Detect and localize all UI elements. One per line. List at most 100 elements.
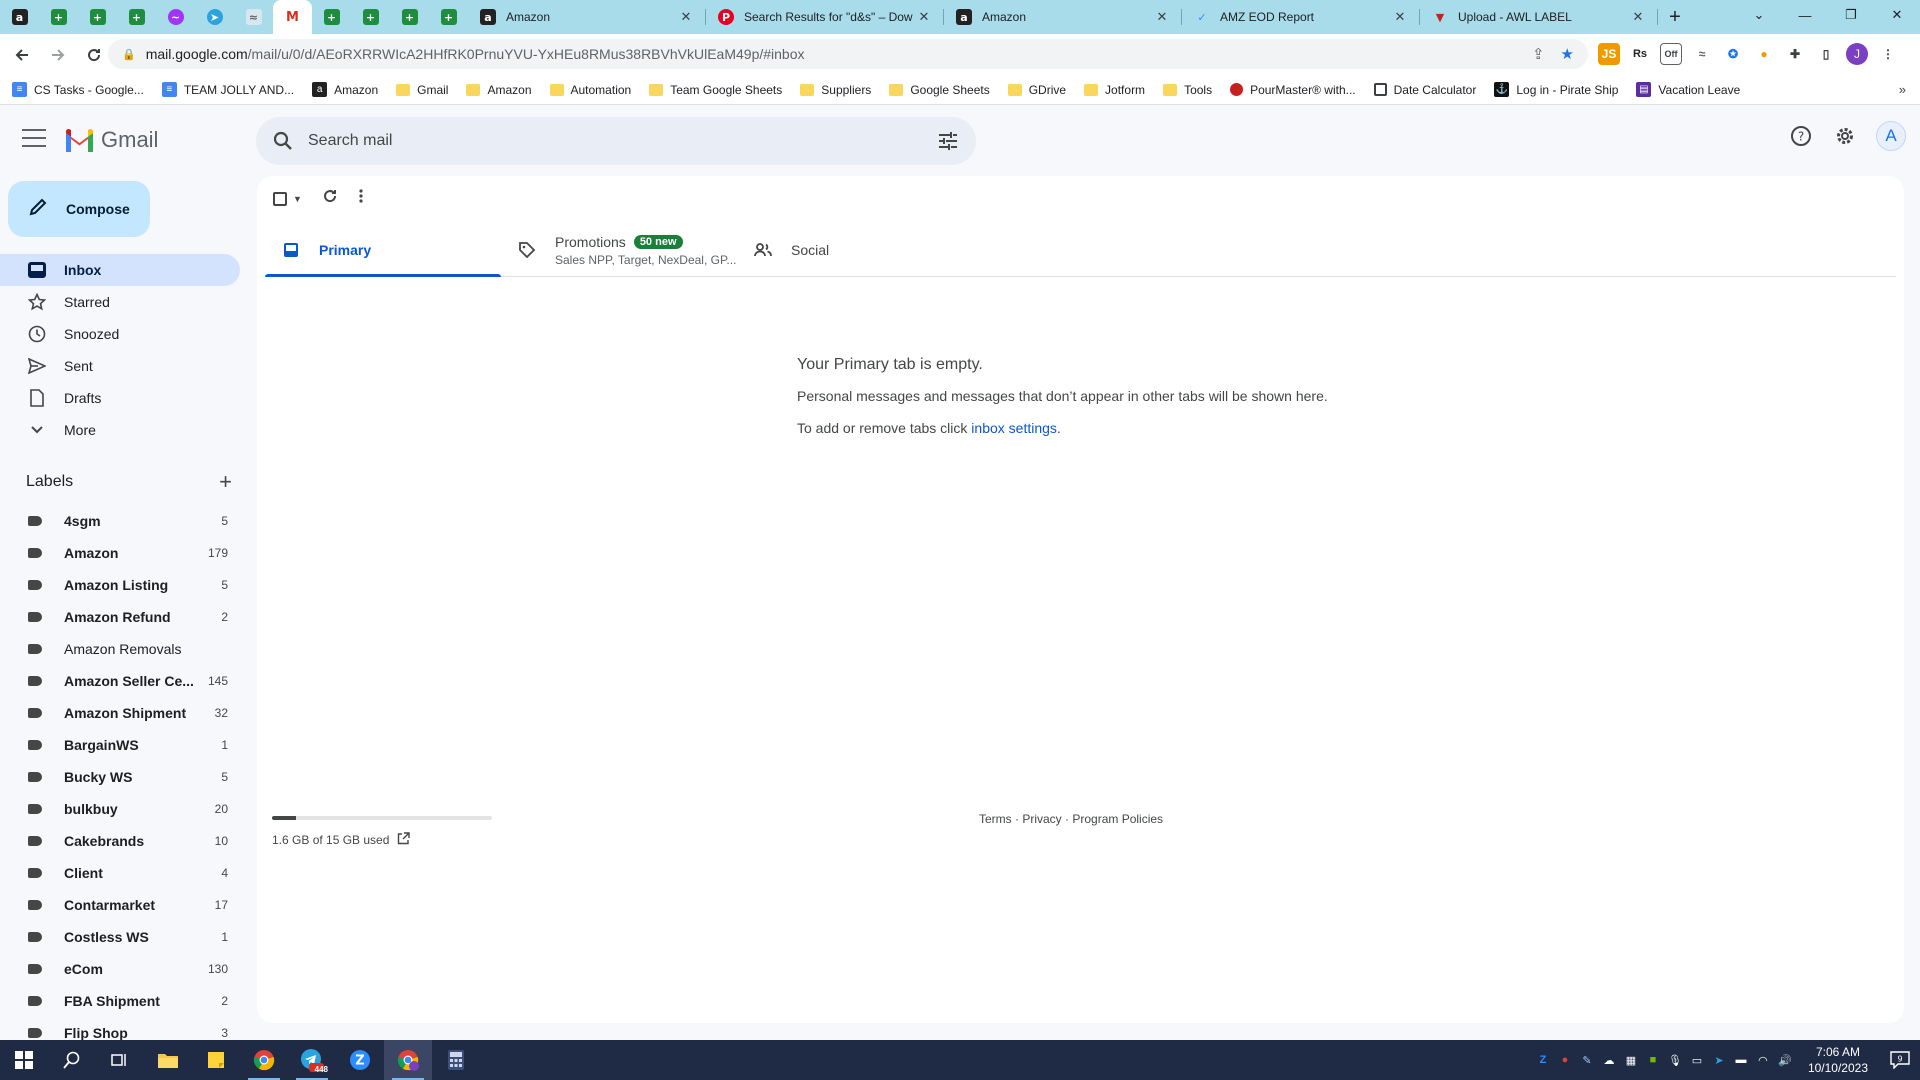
tray-zoom-icon[interactable]: Z [1532, 1040, 1554, 1080]
pinned-tab[interactable]: + [312, 0, 351, 34]
pinned-tab[interactable]: + [39, 0, 78, 34]
create-label-button[interactable]: + [219, 471, 232, 493]
pinned-tab[interactable]: M [273, 0, 312, 34]
extension-orange-icon[interactable]: ● [1753, 43, 1775, 65]
label-item[interactable]: BargainWS 1 [0, 729, 240, 761]
open-external-icon[interactable] [397, 832, 411, 848]
pinned-tab[interactable]: ~ [156, 0, 195, 34]
tab-promotions[interactable]: Promotions 50 new Sales NPP, Target, Nex… [501, 224, 737, 276]
label-item[interactable]: Costless WS 1 [0, 921, 240, 953]
tab-social[interactable]: Social [737, 224, 973, 276]
browser-tab[interactable]: a Amazon ✕ [944, 0, 1182, 34]
search-bar[interactable]: Search mail [256, 117, 976, 165]
search-icon[interactable] [272, 130, 294, 152]
chrome-taskbar-icon[interactable] [240, 1040, 288, 1080]
telegram-taskbar-icon[interactable]: 448 [288, 1040, 336, 1080]
browser-tab[interactable]: P Search Results for "d&s" – Dow ✕ [706, 0, 944, 34]
pinned-tab[interactable]: + [351, 0, 390, 34]
label-item[interactable]: Amazon 179 [0, 537, 240, 569]
label-item[interactable]: Contarmarket 17 [0, 889, 240, 921]
account-avatar[interactable]: A [1876, 121, 1906, 151]
sidebar-item-starred[interactable]: Starred [0, 286, 240, 318]
label-item[interactable]: Amazon Listing 5 [0, 569, 240, 601]
bookmark-item[interactable]: ≡ TEAM JOLLY AND... [161, 82, 294, 97]
search-input[interactable]: Search mail [308, 132, 392, 150]
inbox-settings-link[interactable]: inbox settings [971, 420, 1057, 436]
browser-tab[interactable]: a Amazon ✕ [468, 0, 706, 34]
tray-nvidia-icon[interactable]: ■ [1642, 1040, 1664, 1080]
bookmark-star-icon[interactable]: ★ [1561, 45, 1574, 63]
pinned-tab[interactable]: ➤ [195, 0, 234, 34]
label-item[interactable]: Client 4 [0, 857, 240, 889]
label-item[interactable]: Amazon Shipment 32 [0, 697, 240, 729]
program-policies-link[interactable]: Program Policies [1072, 812, 1163, 826]
tray-volume-icon[interactable]: 🔊 [1774, 1040, 1796, 1080]
reload-button[interactable] [80, 41, 108, 69]
lock-icon[interactable]: 🔒 [122, 48, 136, 61]
extension-rs-icon[interactable]: Rs [1629, 43, 1651, 65]
select-dropdown-icon[interactable]: ▼ [293, 194, 302, 204]
bookmark-item[interactable]: Team Google Sheets [649, 83, 782, 97]
label-item[interactable]: Amazon Refund 2 [0, 601, 240, 633]
more-options-icon[interactable] [358, 188, 364, 209]
select-all-checkbox[interactable] [273, 191, 287, 206]
label-item[interactable]: Amazon Removals [0, 633, 240, 665]
bookmark-item[interactable]: ▤ Vacation Leave [1636, 82, 1740, 97]
pinned-tab[interactable]: + [390, 0, 429, 34]
pinned-tab[interactable]: ≈ [234, 0, 273, 34]
share-icon[interactable]: ⇪ [1532, 45, 1545, 63]
tray-onedrive-icon[interactable]: ☁ [1598, 1040, 1620, 1080]
bookmark-item[interactable]: GDrive [1007, 83, 1066, 97]
extension-wave-icon[interactable]: ≈ [1691, 43, 1713, 65]
calculator-taskbar-icon[interactable] [432, 1040, 480, 1080]
label-item[interactable]: Amazon Seller Ce... 145 [0, 665, 240, 697]
tray-mic-icon[interactable]: 🎙 [1664, 1040, 1686, 1080]
extension-off-icon[interactable]: Off [1660, 43, 1682, 65]
pinned-tab[interactable]: + [429, 0, 468, 34]
settings-gear-icon[interactable] [1832, 123, 1858, 149]
compose-button[interactable]: Compose [8, 181, 150, 237]
bookmark-item[interactable]: Gmail [396, 83, 448, 97]
bookmark-item[interactable]: ⚓ Log in - Pirate Ship [1494, 82, 1618, 97]
side-panel-icon[interactable]: ▯ [1815, 43, 1837, 65]
privacy-link[interactable]: Privacy [1022, 812, 1061, 826]
close-tab-icon[interactable]: ✕ [678, 9, 694, 25]
sidebar-item-drafts[interactable]: Drafts [0, 382, 240, 414]
task-view-icon[interactable] [96, 1040, 144, 1080]
new-tab-button[interactable]: + [1658, 0, 1692, 34]
sidebar-item-more[interactable]: More [0, 414, 240, 446]
gmail-logo[interactable]: Gmail [64, 127, 158, 153]
label-item[interactable]: eCom 130 [0, 953, 240, 985]
chrome-profile-avatar[interactable]: J [1846, 43, 1868, 65]
back-button[interactable] [8, 41, 36, 69]
extensions-puzzle-icon[interactable]: ✚ [1784, 43, 1806, 65]
help-icon[interactable]: ? [1788, 123, 1814, 149]
sticky-notes-icon[interactable] [192, 1040, 240, 1080]
pinned-tab[interactable]: a [0, 0, 39, 34]
address-bar[interactable]: 🔒 mail.google.com/mail/u/0/d/AEoRXRRWIcA… [108, 39, 1588, 69]
extension-js-icon[interactable]: JS [1598, 43, 1620, 65]
label-item[interactable]: FBA Shipment 2 [0, 985, 240, 1017]
label-item[interactable]: bulkbuy 20 [0, 793, 240, 825]
tray-pen-icon[interactable]: ✎ [1576, 1040, 1598, 1080]
zoom-taskbar-icon[interactable]: Z [336, 1040, 384, 1080]
close-window-button[interactable]: ✕ [1874, 0, 1920, 30]
search-options-icon[interactable] [938, 131, 958, 156]
bookmark-item[interactable]: Amazon [466, 83, 532, 97]
tab-search-icon[interactable]: ⌄ [1736, 0, 1782, 30]
pinned-tab[interactable]: + [117, 0, 156, 34]
tray-display-icon[interactable]: ▭ [1686, 1040, 1708, 1080]
bookmark-item[interactable]: Automation [549, 83, 631, 97]
close-tab-icon[interactable]: ✕ [1630, 9, 1646, 25]
tray-chrome-icon[interactable]: ● [1554, 1040, 1576, 1080]
forward-button[interactable] [44, 41, 72, 69]
refresh-icon[interactable] [322, 188, 338, 209]
bookmark-item[interactable]: Suppliers [800, 83, 871, 97]
file-explorer-icon[interactable] [144, 1040, 192, 1080]
bookmark-item[interactable]: a Amazon [312, 82, 378, 97]
label-item[interactable]: Bucky WS 5 [0, 761, 240, 793]
bookmark-item[interactable]: ≡ CS Tasks - Google... [12, 82, 144, 97]
maximize-button[interactable]: ❐ [1828, 0, 1874, 30]
sidebar-item-inbox[interactable]: Inbox [0, 254, 240, 286]
bookmark-item[interactable]: Tools [1163, 83, 1212, 97]
